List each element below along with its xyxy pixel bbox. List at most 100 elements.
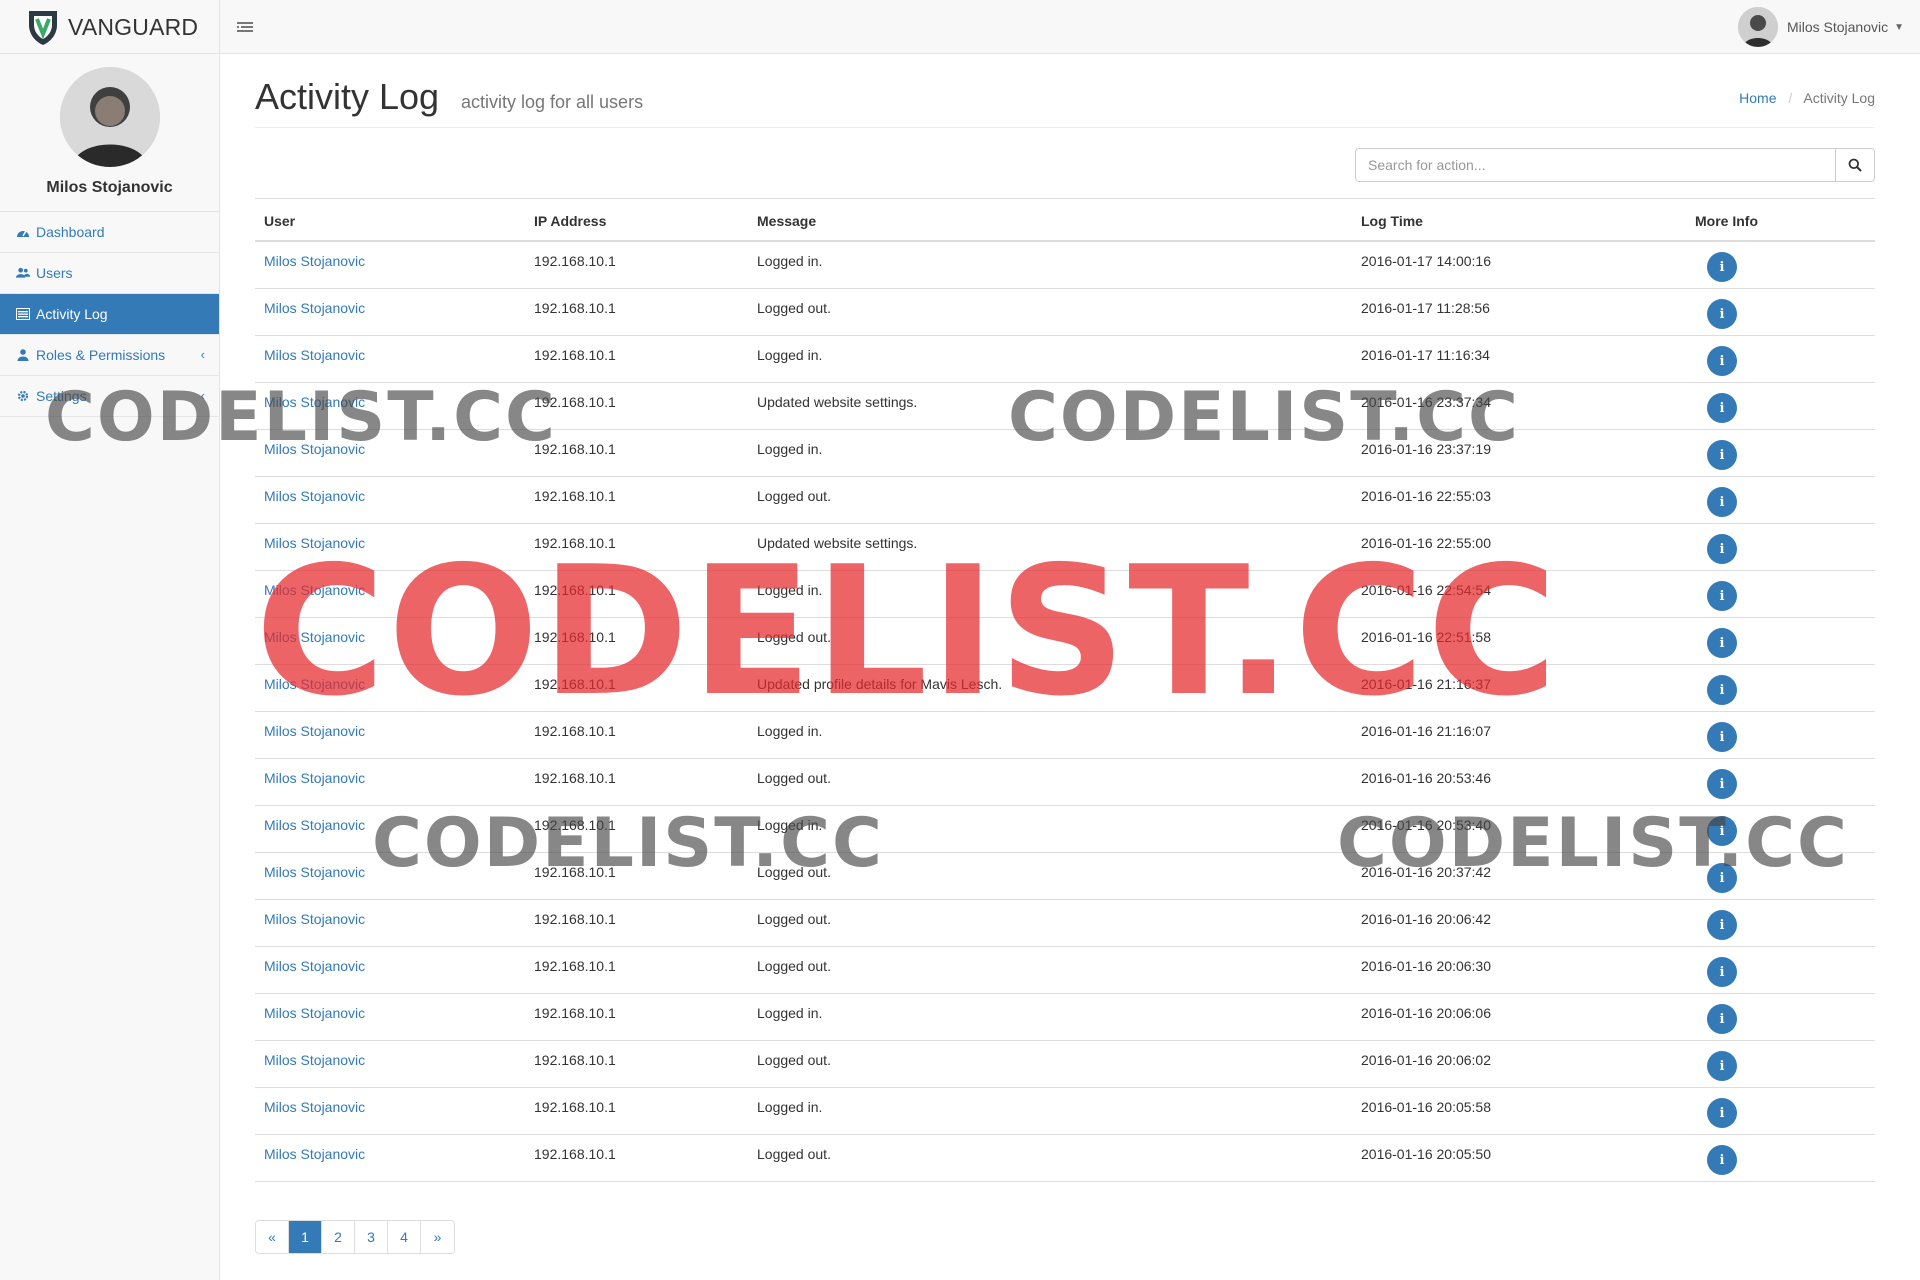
sidebar-item-settings[interactable]: Settings ‹ xyxy=(0,376,219,417)
row-user-link[interactable]: Milos Stojanovic xyxy=(264,582,365,598)
info-icon[interactable]: i xyxy=(1707,1051,1737,1081)
sidebar-item-label: Roles & Permissions xyxy=(36,347,166,363)
info-icon[interactable]: i xyxy=(1707,346,1737,376)
info-icon[interactable]: i xyxy=(1707,299,1737,329)
table-row: Milos Stojanovic 192.168.10.1 Logged in. 20… xyxy=(255,571,1875,618)
list-icon xyxy=(16,307,30,321)
row-user-link[interactable]: Milos Stojanovic xyxy=(264,1005,365,1021)
info-icon[interactable]: i xyxy=(1707,675,1737,705)
row-log-time: 2016-01-16 22:55:03 xyxy=(1361,488,1491,504)
breadcrumb-home-link[interactable]: Home xyxy=(1739,90,1776,106)
row-user-link[interactable]: Milos Stojanovic xyxy=(264,958,365,974)
info-icon[interactable]: i xyxy=(1707,722,1737,752)
table-row: Milos Stojanovic 192.168.10.1 Logged out. 2… xyxy=(255,618,1875,665)
row-ip-address: 192.168.10.1 xyxy=(534,629,616,645)
row-ip-address: 192.168.10.1 xyxy=(534,347,616,363)
pagination-page-2[interactable]: 2 xyxy=(322,1221,355,1253)
row-ip-address: 192.168.10.1 xyxy=(534,817,616,833)
info-icon[interactable]: i xyxy=(1707,957,1737,987)
row-user-link[interactable]: Milos Stojanovic xyxy=(264,394,365,410)
user-menu[interactable]: Milos Stojanovic ▼ xyxy=(1737,6,1904,48)
row-user-link[interactable]: Milos Stojanovic xyxy=(264,347,365,363)
pagination-prev[interactable]: « xyxy=(256,1221,289,1253)
pagination-page-4[interactable]: 4 xyxy=(388,1221,421,1253)
info-icon[interactable]: i xyxy=(1707,769,1737,799)
table-row: Milos Stojanovic 192.168.10.1 Logged in. 20… xyxy=(255,1088,1875,1135)
info-icon[interactable]: i xyxy=(1707,816,1737,846)
sidebar-toggle-icon[interactable] xyxy=(236,18,254,36)
row-ip-address: 192.168.10.1 xyxy=(534,300,616,316)
brand[interactable]: VANGUARD xyxy=(0,0,220,54)
column-header-message: Message xyxy=(757,213,817,229)
row-user-link[interactable]: Milos Stojanovic xyxy=(264,864,365,880)
row-ip-address: 192.168.10.1 xyxy=(534,864,616,880)
row-user-link[interactable]: Milos Stojanovic xyxy=(264,488,365,504)
table-row: Milos Stojanovic 192.168.10.1 Logged out. 2… xyxy=(255,947,1875,994)
info-icon[interactable]: i xyxy=(1707,581,1737,611)
profile-avatar[interactable] xyxy=(59,67,160,167)
row-user-link[interactable]: Milos Stojanovic xyxy=(264,1052,365,1068)
row-message: Logged in. xyxy=(757,582,823,598)
row-log-time: 2016-01-16 20:06:02 xyxy=(1361,1052,1491,1068)
info-icon[interactable]: i xyxy=(1707,252,1737,282)
sidebar-item-roles-permissions[interactable]: Roles & Permissions ‹ xyxy=(0,335,219,376)
main-content: Activity Log activity log for all users … xyxy=(220,54,1920,1280)
info-icon[interactable]: i xyxy=(1707,487,1737,517)
table-row: Milos Stojanovic 192.168.10.1 Logged out. 2… xyxy=(255,900,1875,947)
row-message: Logged in. xyxy=(757,347,823,363)
row-user-link[interactable]: Milos Stojanovic xyxy=(264,535,365,551)
sidebar-item-activity-log[interactable]: Activity Log xyxy=(0,294,219,335)
dashboard-icon xyxy=(16,225,30,239)
row-user-link[interactable]: Milos Stojanovic xyxy=(264,817,365,833)
row-user-link[interactable]: Milos Stojanovic xyxy=(264,911,365,927)
info-icon[interactable]: i xyxy=(1707,440,1737,470)
info-icon[interactable]: i xyxy=(1707,863,1737,893)
row-log-time: 2016-01-16 20:53:40 xyxy=(1361,817,1491,833)
sidebar-item-label: Users xyxy=(36,265,73,281)
row-ip-address: 192.168.10.1 xyxy=(534,488,616,504)
pagination-page-3[interactable]: 3 xyxy=(355,1221,388,1253)
table-row: Milos Stojanovic 192.168.10.1 Updated prof… xyxy=(255,665,1875,712)
info-icon[interactable]: i xyxy=(1707,534,1737,564)
row-message: Updated website settings. xyxy=(757,535,918,551)
row-log-time: 2016-01-16 22:55:00 xyxy=(1361,535,1491,551)
sidebar-item-dashboard[interactable]: Dashboard xyxy=(0,212,219,253)
info-icon[interactable]: i xyxy=(1707,1004,1737,1034)
row-user-link[interactable]: Milos Stojanovic xyxy=(264,629,365,645)
row-user-link[interactable]: Milos Stojanovic xyxy=(264,676,365,692)
row-message: Logged in. xyxy=(757,441,823,457)
search-button[interactable] xyxy=(1835,149,1874,181)
row-log-time: 2016-01-16 22:51:58 xyxy=(1361,629,1491,645)
row-user-link[interactable]: Milos Stojanovic xyxy=(264,253,365,269)
row-user-link[interactable]: Milos Stojanovic xyxy=(264,441,365,457)
info-icon[interactable]: i xyxy=(1707,1098,1737,1128)
row-message: Logged out. xyxy=(757,629,831,645)
search-icon xyxy=(1848,158,1862,172)
activity-table: User IP Address Message Log Time More In… xyxy=(255,198,1875,1182)
row-message: Logged out. xyxy=(757,864,831,880)
row-ip-address: 192.168.10.1 xyxy=(534,911,616,927)
row-ip-address: 192.168.10.1 xyxy=(534,723,616,739)
search-box xyxy=(1355,148,1875,182)
row-log-time: 2016-01-16 21:16:07 xyxy=(1361,723,1491,739)
info-icon[interactable]: i xyxy=(1707,1145,1737,1175)
info-icon[interactable]: i xyxy=(1707,393,1737,423)
row-log-time: 2016-01-16 20:05:58 xyxy=(1361,1099,1491,1115)
row-message: Logged out. xyxy=(757,300,831,316)
table-row: Milos Stojanovic 192.168.10.1 Logged out. 2… xyxy=(255,1135,1875,1182)
row-user-link[interactable]: Milos Stojanovic xyxy=(264,723,365,739)
info-icon[interactable]: i xyxy=(1707,910,1737,940)
row-user-link[interactable]: Milos Stojanovic xyxy=(264,300,365,316)
search-input[interactable] xyxy=(1356,149,1835,181)
page-title: Activity Log xyxy=(255,76,440,117)
row-log-time: 2016-01-16 23:37:19 xyxy=(1361,441,1491,457)
user-menu-name: Milos Stojanovic xyxy=(1786,19,1889,35)
pagination-page-1[interactable]: 1 xyxy=(289,1221,322,1253)
sidebar-item-users[interactable]: Users xyxy=(0,253,219,294)
info-icon[interactable]: i xyxy=(1707,628,1737,658)
pagination-next[interactable]: » xyxy=(421,1221,454,1253)
row-user-link[interactable]: Milos Stojanovic xyxy=(264,1099,365,1115)
row-user-link[interactable]: Milos Stojanovic xyxy=(264,770,365,786)
row-user-link[interactable]: Milos Stojanovic xyxy=(264,1146,365,1162)
row-message: Logged out. xyxy=(757,770,831,786)
